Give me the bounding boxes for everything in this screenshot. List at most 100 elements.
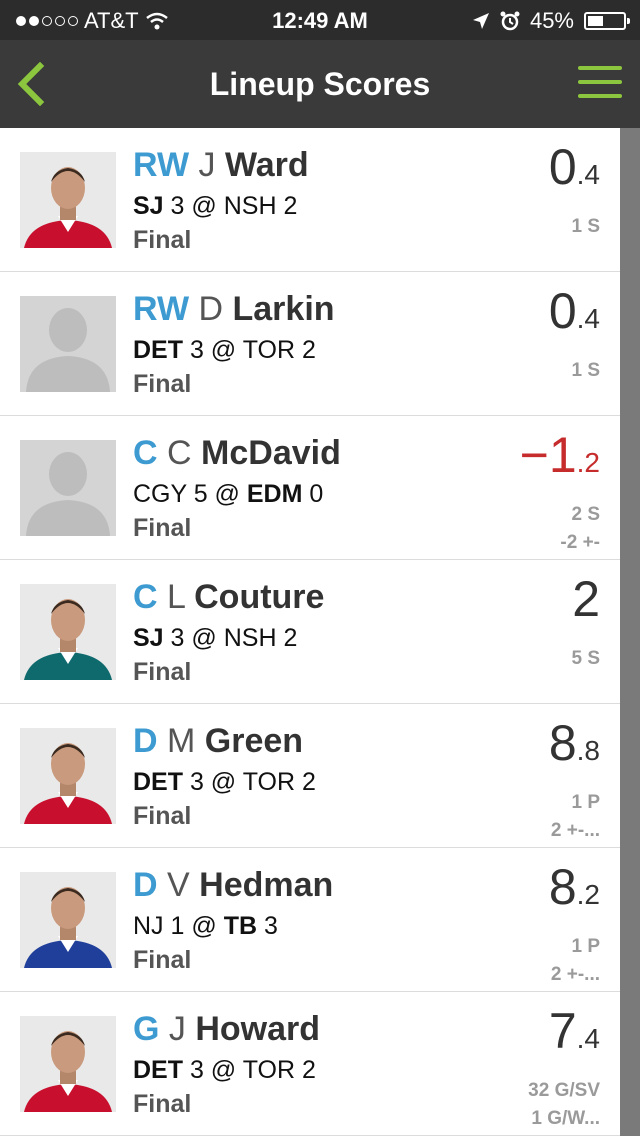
player-photo (20, 584, 116, 680)
team1-score: 3 (170, 192, 185, 220)
game-status: Final (133, 1090, 192, 1118)
game-status: Final (133, 226, 192, 254)
stat-line-1: 1 S (571, 360, 600, 381)
points-decimal: .4 (576, 1023, 600, 1054)
player-initial: D (198, 290, 224, 328)
game-status: Final (133, 514, 192, 542)
game-score: CGY 5 @ EDM 0 (133, 480, 324, 508)
team1-score: 3 (189, 1056, 204, 1084)
team1: DET (133, 1056, 183, 1084)
team2: TOR (242, 768, 296, 796)
points-decimal: .4 (576, 303, 600, 334)
lineup-list: RW J Ward SJ 3 @ NSH 2 Final 0.4 1 S RW D Lar… (0, 128, 620, 1136)
points-int: 2 (572, 571, 600, 627)
points-decimal: .8 (576, 735, 600, 766)
player-photo (20, 728, 116, 824)
points-decimal: .4 (576, 159, 600, 190)
hamburger-menu-icon[interactable] (578, 66, 622, 100)
player-last-name: Howard (195, 1010, 321, 1048)
game-status: Final (133, 658, 192, 686)
player-photo (20, 1016, 116, 1112)
game-score: SJ 3 @ NSH 2 (133, 192, 298, 220)
player-initial: M (167, 722, 196, 760)
team2-score: 2 (301, 1056, 316, 1084)
fantasy-points: −1.2 (520, 426, 600, 484)
game-score: DET 3 @ TOR 2 (133, 768, 316, 796)
stat-line-1: 5 S (571, 648, 600, 669)
location-arrow-icon (472, 13, 489, 29)
player-name: G J Howard (133, 1010, 320, 1049)
team2: NSH (223, 192, 277, 220)
player-position: D (133, 866, 158, 904)
team1: DET (133, 768, 183, 796)
player-position: C (133, 578, 158, 616)
game-status: Final (133, 802, 192, 830)
stat-line-1: 32 G/SV (528, 1080, 600, 1101)
team1-score: 3 (189, 768, 204, 796)
player-last-name: Larkin (232, 290, 335, 328)
team2: TB (223, 912, 258, 940)
points-int: 8 (548, 715, 577, 771)
player-photo (20, 296, 116, 392)
team1: NJ (133, 912, 164, 940)
player-name: RW D Larkin (133, 290, 335, 329)
player-initial: J (198, 146, 216, 184)
player-position: RW (133, 146, 190, 184)
points-decimal: .2 (576, 447, 600, 478)
fantasy-points: 7.4 (549, 1002, 600, 1060)
team1-score: 3 (189, 336, 204, 364)
player-last-name: Hedman (199, 866, 334, 904)
player-row[interactable]: D V Hedman NJ 1 @ TB 3 Final 8.2 1 P 2 +-... (0, 848, 620, 992)
player-last-name: Green (204, 722, 304, 760)
player-initial: C (167, 434, 192, 472)
page-title: Lineup Scores (209, 66, 431, 102)
team1: SJ (133, 624, 164, 652)
stat-line-2: 2 +-... (550, 964, 600, 985)
player-initial: V (167, 866, 190, 904)
player-row[interactable]: C C McDavid CGY 5 @ EDM 0 Final −1.2 2 S -2 +… (0, 416, 620, 560)
player-row[interactable]: G J Howard DET 3 @ TOR 2 Final 7.4 32 G/SV 1 … (0, 992, 620, 1136)
scrollbar[interactable] (620, 128, 640, 1136)
team1: DET (133, 336, 183, 364)
player-initial: L (167, 578, 185, 616)
fantasy-points: 0.4 (549, 282, 600, 340)
player-name: D V Hedman (133, 866, 333, 905)
player-position: C (133, 434, 158, 472)
player-row[interactable]: D M Green DET 3 @ TOR 2 Final 8.8 1 P 2 +-... (0, 704, 620, 848)
stat-line-2: 2 +-... (550, 820, 600, 841)
player-last-name: Couture (194, 578, 325, 616)
player-row[interactable]: RW J Ward SJ 3 @ NSH 2 Final 0.4 1 S (0, 128, 620, 272)
player-row[interactable]: RW D Larkin DET 3 @ TOR 2 Final 0.4 1 S (0, 272, 620, 416)
team1-score: 3 (170, 624, 185, 652)
points-int: 8 (548, 859, 577, 915)
player-photo (20, 872, 116, 968)
player-photo (20, 440, 116, 536)
points-int: 7 (548, 1003, 577, 1059)
alarm-clock-icon (500, 11, 520, 31)
fantasy-points: 8.8 (549, 714, 600, 772)
player-position: D (133, 722, 158, 760)
fantasy-points: 8.2 (549, 858, 600, 916)
points-int: −1 (519, 427, 577, 483)
game-score: SJ 3 @ NSH 2 (133, 624, 298, 652)
player-name: RW J Ward (133, 146, 309, 185)
team2-score: 2 (301, 336, 316, 364)
player-position: G (133, 1010, 160, 1048)
player-position: RW (133, 290, 190, 328)
game-status: Final (133, 370, 192, 398)
team1-score: 1 (170, 912, 185, 940)
player-last-name: McDavid (201, 434, 341, 472)
game-status: Final (133, 946, 192, 974)
game-score: DET 3 @ TOR 2 (133, 336, 316, 364)
battery-icon (584, 12, 630, 30)
team1: SJ (133, 192, 164, 220)
team1-score: 5 (193, 480, 208, 508)
team2-score: 2 (301, 768, 316, 796)
player-row[interactable]: C L Couture SJ 3 @ NSH 2 Final 2 5 S (0, 560, 620, 704)
team1: CGY (133, 480, 187, 508)
stat-line-1: 1 P (571, 792, 600, 813)
player-initial: J (168, 1010, 186, 1048)
game-score: DET 3 @ TOR 2 (133, 1056, 316, 1084)
team2-score: 2 (283, 624, 298, 652)
battery-percent: 45% (529, 8, 574, 33)
